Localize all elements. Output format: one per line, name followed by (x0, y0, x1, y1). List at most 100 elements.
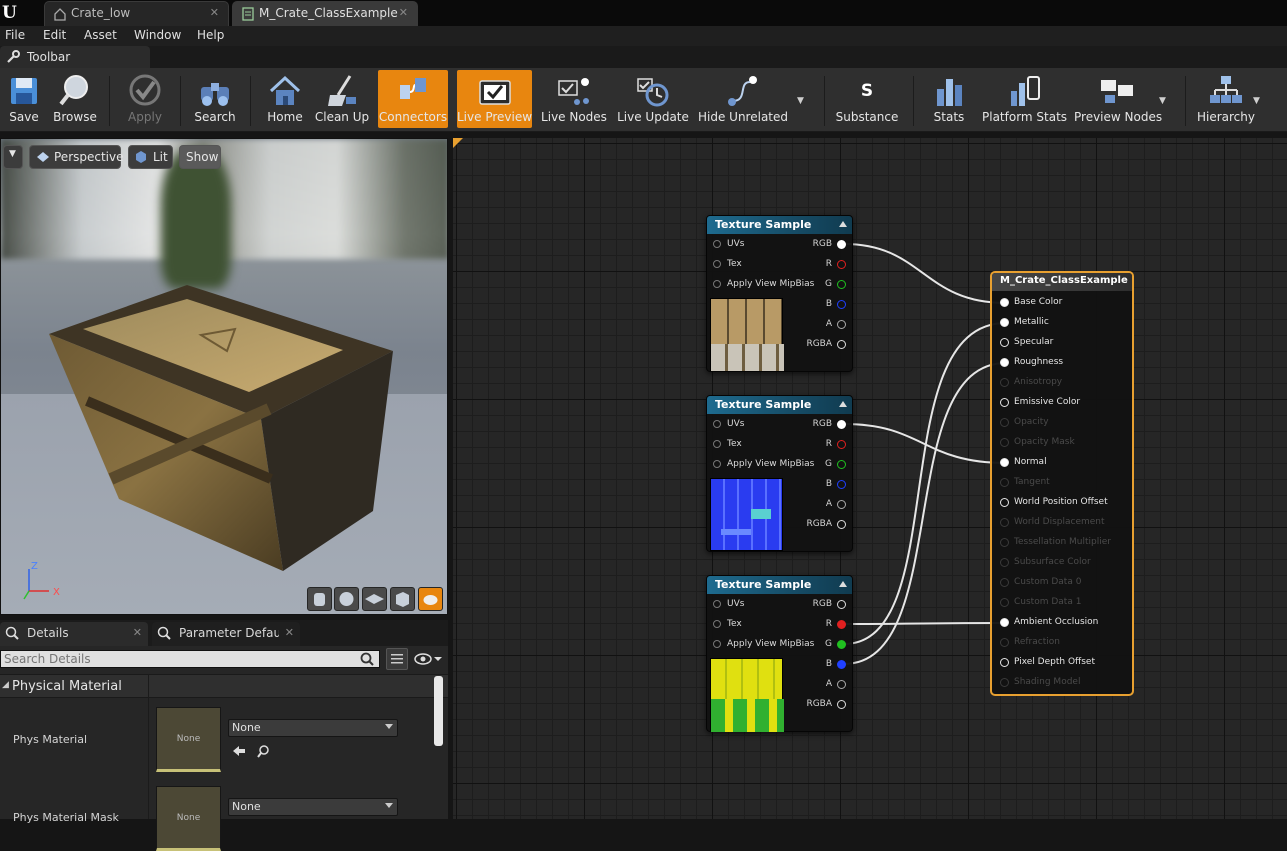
use-selected-arrow-icon[interactable] (232, 744, 246, 758)
material-output-node[interactable]: M_Crate_ClassExample Base Color Metallic S… (990, 271, 1134, 696)
list-view-button[interactable] (386, 648, 408, 670)
input-pin[interactable] (1000, 678, 1009, 687)
output-pin-b[interactable] (837, 300, 846, 309)
physical-material-section[interactable]: ◢ Physical Material (0, 674, 448, 698)
phys-material-combo[interactable]: None (228, 719, 398, 737)
chevron-down-icon[interactable]: ▼ (1253, 96, 1260, 106)
close-icon[interactable]: ✕ (399, 6, 408, 19)
phys-material-thumbnail[interactable]: None (156, 707, 221, 772)
material-pin-normal[interactable]: Normal (992, 453, 1132, 473)
input-pin[interactable] (1000, 318, 1009, 327)
output-pin-rgba[interactable] (837, 340, 846, 349)
output-pin-a[interactable] (837, 500, 846, 509)
connectors-button[interactable]: Connectors (378, 70, 448, 128)
output-pin-g[interactable] (837, 640, 846, 649)
phys-material-mask-combo[interactable]: None (228, 798, 398, 816)
output-pin-rgba[interactable] (837, 700, 846, 709)
save-button[interactable]: Save (2, 70, 46, 128)
material-pin-ambient-occlusion[interactable]: Ambient Occlusion (992, 613, 1132, 633)
chevron-down-icon[interactable]: ▼ (797, 96, 804, 106)
preview-cylinder-button[interactable] (307, 587, 332, 611)
home-button[interactable]: Home (262, 70, 308, 128)
tab-material-editor[interactable]: M_Crate_ClassExample ✕ (232, 1, 418, 26)
input-pin[interactable] (1000, 358, 1009, 367)
preview-cube-button[interactable] (390, 587, 415, 611)
texture-sample-node-3[interactable]: Texture Sample UVs Tex Apply View MipBia… (706, 575, 853, 732)
output-pin-a[interactable] (837, 680, 846, 689)
output-pin-rgb[interactable] (837, 420, 846, 429)
perspective-button[interactable]: Perspective (29, 145, 124, 169)
collapse-arrow-icon[interactable] (839, 581, 847, 587)
output-pin-b[interactable] (837, 480, 846, 489)
search-details-input[interactable] (0, 650, 380, 668)
input-pin[interactable] (1000, 458, 1009, 467)
preview-mesh-button[interactable] (418, 587, 443, 611)
hierarchy-button[interactable]: Hierarchy (1195, 70, 1257, 128)
viewport-options-dropdown[interactable]: ▼ (3, 145, 23, 169)
input-pin[interactable] (713, 620, 721, 628)
input-pin[interactable] (713, 640, 721, 648)
material-pin-tessellation-multiplier[interactable]: Tessellation Multiplier (992, 533, 1132, 553)
menu-asset[interactable]: Asset (84, 28, 117, 42)
apply-button[interactable]: Apply (120, 70, 170, 128)
hide-unrelated-button[interactable]: Hide Unrelated (698, 70, 788, 128)
input-pin[interactable] (713, 460, 721, 468)
input-pin[interactable] (713, 240, 721, 248)
chevron-down-icon[interactable]: ▼ (1159, 96, 1166, 106)
input-pin[interactable] (713, 260, 721, 268)
input-pin[interactable] (1000, 558, 1009, 567)
input-pin[interactable] (713, 440, 721, 448)
preview-nodes-button[interactable]: Preview Nodes (1074, 70, 1162, 128)
close-icon[interactable]: ✕ (133, 626, 142, 639)
input-pin[interactable] (1000, 418, 1009, 427)
input-pin[interactable] (1000, 398, 1009, 407)
input-pin[interactable] (1000, 658, 1009, 667)
tab-crate-low[interactable]: Crate_low ✕ (44, 1, 229, 26)
input-pin[interactable] (1000, 598, 1009, 607)
eye-icon[interactable] (414, 652, 444, 666)
input-pin[interactable] (1000, 478, 1009, 487)
material-pin-pixel-depth-offset[interactable]: Pixel Depth Offset (992, 653, 1132, 673)
lit-button[interactable]: Lit (128, 145, 173, 169)
close-icon[interactable]: ✕ (210, 6, 219, 19)
preview-plane-button[interactable] (362, 587, 387, 611)
browse-button[interactable]: Browse (50, 70, 100, 128)
output-pin-rgb[interactable] (837, 240, 846, 249)
live-update-button[interactable]: Live Update (617, 70, 689, 128)
texture-sample-node-2[interactable]: Texture Sample UVs Tex Apply View MipBia… (706, 395, 853, 552)
material-pin-specular[interactable]: Specular (992, 333, 1132, 353)
output-pin-rgba[interactable] (837, 520, 846, 529)
browse-asset-icon[interactable] (257, 744, 271, 758)
collapse-arrow-icon[interactable] (839, 221, 847, 227)
tab-details[interactable]: Details ✕ (0, 622, 148, 646)
menu-file[interactable]: File (5, 28, 25, 42)
output-pin-b[interactable] (837, 660, 846, 669)
material-pin-custom-data-0[interactable]: Custom Data 0 (992, 573, 1132, 593)
input-pin[interactable] (1000, 618, 1009, 627)
column-divider[interactable] (148, 674, 149, 819)
material-pin-shading-model[interactable]: Shading Model (992, 673, 1132, 693)
tab-parameter-defaults[interactable]: Parameter Defaults ✕ (152, 622, 300, 646)
material-pin-opacity[interactable]: Opacity (992, 413, 1132, 433)
material-pin-refraction[interactable]: Refraction (992, 633, 1132, 653)
material-pin-anisotropy[interactable]: Anisotropy (992, 373, 1132, 393)
node-header[interactable]: Texture Sample (707, 216, 852, 234)
menu-window[interactable]: Window (134, 28, 181, 42)
show-button[interactable]: Show (179, 145, 221, 169)
platform-stats-button[interactable]: Platform Stats (982, 70, 1067, 128)
material-pin-subsurface-color[interactable]: Subsurface Color (992, 553, 1132, 573)
material-pin-base-color[interactable]: Base Color (992, 293, 1132, 313)
input-pin[interactable] (1000, 338, 1009, 347)
output-pin-r[interactable] (837, 260, 846, 269)
input-pin[interactable] (1000, 518, 1009, 527)
menu-help[interactable]: Help (197, 28, 224, 42)
material-pin-world-position-offset[interactable]: World Position Offset (992, 493, 1132, 513)
material-pin-tangent[interactable]: Tangent (992, 473, 1132, 493)
tab-toolbar[interactable]: Toolbar (0, 46, 150, 68)
output-pin-g[interactable] (837, 460, 846, 469)
node-header[interactable]: Texture Sample (707, 576, 852, 594)
stats-button[interactable]: Stats (925, 70, 973, 128)
material-pin-metallic[interactable]: Metallic (992, 313, 1132, 333)
live-preview-button[interactable]: Live Preview (457, 70, 532, 128)
close-icon[interactable]: ✕ (285, 626, 294, 639)
